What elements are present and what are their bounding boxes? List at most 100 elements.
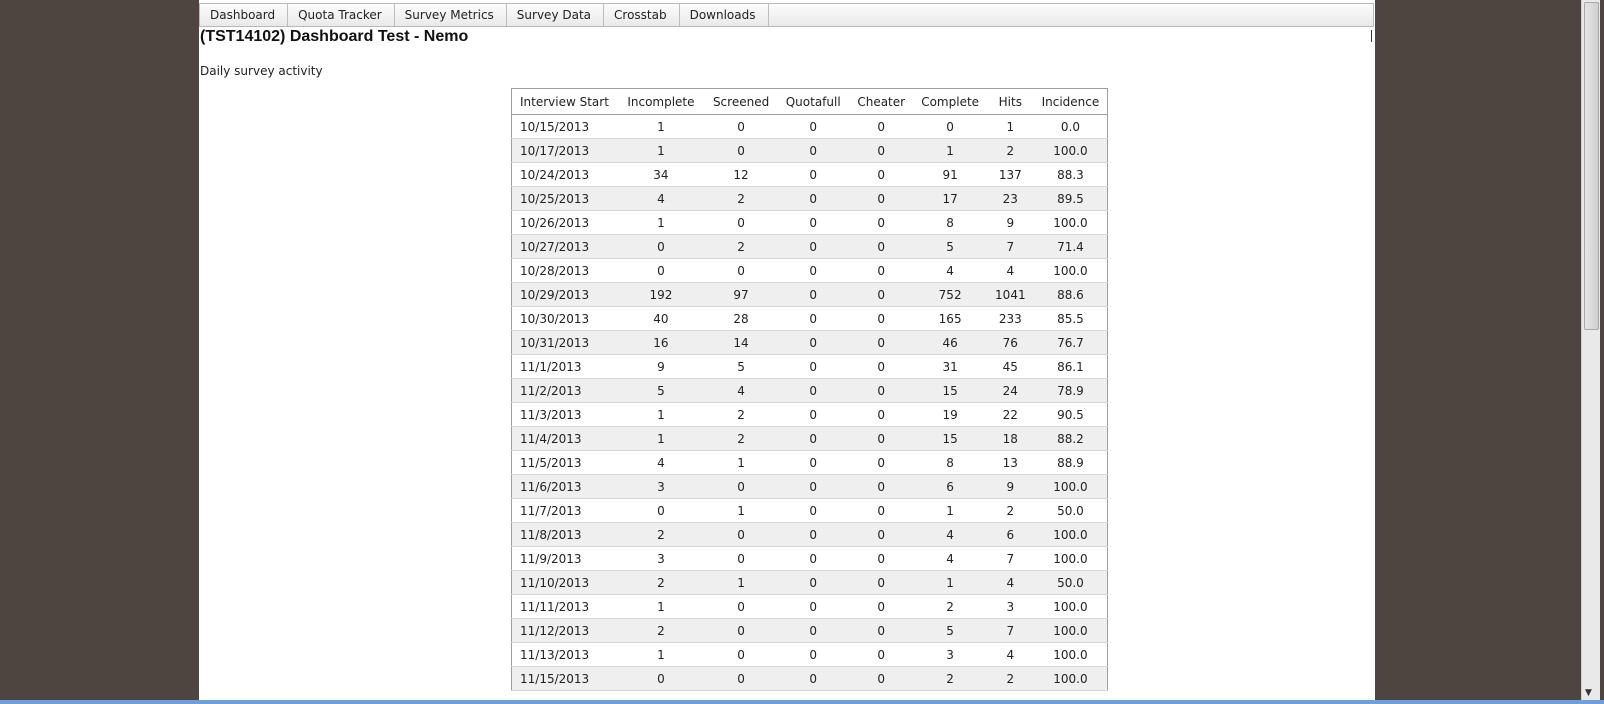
value-cell: 0 xyxy=(704,258,778,283)
table-row: 10/24/2013 34 12 0 0 91 137 88.3 xyxy=(511,162,1108,187)
value-cell: 3 xyxy=(616,546,705,571)
value-cell: 91 xyxy=(913,162,988,187)
value-cell: 0 xyxy=(777,426,850,451)
column-header[interactable]: Screened xyxy=(704,88,778,115)
value-cell: 2 xyxy=(704,234,778,259)
date-cell: 10/29/2013 xyxy=(511,282,617,307)
value-cell: 0 xyxy=(777,402,850,427)
value-cell: 0 xyxy=(849,186,914,211)
value-cell: 2 xyxy=(704,426,778,451)
table-body: 10/15/2013 1 0 0 0 0 1 0.0 10/17/2013 1 0 0 0 1 2 100.0… xyxy=(511,114,1108,691)
date-cell: 11/7/2013 xyxy=(511,498,617,523)
column-header[interactable]: Complete xyxy=(913,88,988,115)
value-cell: 0 xyxy=(704,474,778,499)
value-cell: 8 xyxy=(913,450,988,475)
table-row: 11/8/2013 2 0 0 0 4 6 100.0 xyxy=(511,522,1108,547)
value-cell: 100.0 xyxy=(1033,210,1108,235)
table-row: 10/28/2013 0 0 0 0 4 4 100.0 xyxy=(511,258,1108,283)
value-cell: 46 xyxy=(913,330,988,355)
value-cell: 100.0 xyxy=(1033,546,1108,571)
value-cell: 0 xyxy=(777,210,850,235)
page-subtitle: Daily survey activity xyxy=(200,64,323,78)
value-cell: 100.0 xyxy=(1033,618,1108,643)
value-cell: 0 xyxy=(616,234,705,259)
table-row: 11/5/2013 4 1 0 0 8 13 88.9 xyxy=(511,450,1108,475)
value-cell: 0 xyxy=(777,234,850,259)
value-cell: 0 xyxy=(777,282,850,307)
date-cell: 11/1/2013 xyxy=(511,354,617,379)
table-row: 11/10/2013 2 1 0 0 1 4 50.0 xyxy=(511,570,1108,595)
value-cell: 752 xyxy=(913,282,988,307)
date-cell: 10/25/2013 xyxy=(511,186,617,211)
value-cell: 4 xyxy=(913,522,988,547)
column-header[interactable]: Hits xyxy=(987,88,1034,115)
value-cell: 100.0 xyxy=(1033,474,1108,499)
value-cell: 2 xyxy=(913,594,988,619)
value-cell: 4 xyxy=(913,546,988,571)
value-cell: 233 xyxy=(987,306,1034,331)
value-cell: 100.0 xyxy=(1033,138,1108,163)
value-cell: 2 xyxy=(616,618,705,643)
value-cell: 1 xyxy=(616,114,705,139)
table-row: 11/7/2013 0 1 0 0 1 2 50.0 xyxy=(511,498,1108,523)
value-cell: 90.5 xyxy=(1033,402,1108,427)
value-cell: 3 xyxy=(913,642,988,667)
value-cell: 0 xyxy=(777,642,850,667)
date-cell: 10/28/2013 xyxy=(511,258,617,283)
value-cell: 0 xyxy=(849,522,914,547)
nav-tab-survey-data[interactable]: Survey Data xyxy=(507,4,605,26)
value-cell: 50.0 xyxy=(1033,498,1108,523)
value-cell: 0 xyxy=(849,378,914,403)
date-cell: 11/10/2013 xyxy=(511,570,617,595)
value-cell: 0 xyxy=(616,666,705,691)
value-cell: 88.9 xyxy=(1033,450,1108,475)
column-header[interactable]: Cheater xyxy=(849,88,914,115)
value-cell: 45 xyxy=(987,354,1034,379)
table-row: 10/17/2013 1 0 0 0 1 2 100.0 xyxy=(511,138,1108,163)
date-cell: 11/15/2013 xyxy=(511,666,617,691)
value-cell: 0 xyxy=(777,354,850,379)
date-cell: 11/5/2013 xyxy=(511,450,617,475)
value-cell: 100.0 xyxy=(1033,642,1108,667)
column-header[interactable]: Interview Start xyxy=(511,88,617,115)
value-cell: 2 xyxy=(616,570,705,595)
scroll-down-arrow-icon[interactable]: ▼ xyxy=(1585,688,1592,698)
value-cell: 1041 xyxy=(987,282,1034,307)
value-cell: 1 xyxy=(704,570,778,595)
value-cell: 18 xyxy=(987,426,1034,451)
date-cell: 11/12/2013 xyxy=(511,618,617,643)
nav-tab-downloads[interactable]: Downloads xyxy=(680,4,769,26)
nav-tab-quota-tracker[interactable]: Quota Tracker xyxy=(288,4,395,26)
value-cell: 1 xyxy=(616,426,705,451)
value-cell: 100.0 xyxy=(1033,594,1108,619)
vertical-scrollbar[interactable]: ▼ xyxy=(1581,0,1600,700)
value-cell: 16 xyxy=(616,330,705,355)
value-cell: 4 xyxy=(987,258,1034,283)
value-cell: 0 xyxy=(849,330,914,355)
value-cell: 4 xyxy=(616,450,705,475)
value-cell: 89.5 xyxy=(1033,186,1108,211)
value-cell: 2 xyxy=(704,402,778,427)
value-cell: 0 xyxy=(777,162,850,187)
value-cell: 0.0 xyxy=(1033,114,1108,139)
value-cell: 4 xyxy=(987,570,1034,595)
value-cell: 1 xyxy=(616,402,705,427)
nav-tab-survey-metrics[interactable]: Survey Metrics xyxy=(395,4,507,26)
value-cell: 2 xyxy=(987,498,1034,523)
column-header[interactable]: Quotafull xyxy=(777,88,850,115)
value-cell: 0 xyxy=(777,546,850,571)
column-header[interactable]: Incidence xyxy=(1033,88,1108,115)
date-cell: 10/26/2013 xyxy=(511,210,617,235)
column-header[interactable]: Incomplete xyxy=(616,88,705,115)
text-cursor-mark xyxy=(1371,30,1372,42)
date-cell: 11/8/2013 xyxy=(511,522,617,547)
value-cell: 15 xyxy=(913,378,988,403)
scrollbar-thumb[interactable] xyxy=(1584,2,1599,330)
value-cell: 165 xyxy=(913,306,988,331)
nav-tab-dashboard[interactable]: Dashboard xyxy=(200,4,289,26)
value-cell: 137 xyxy=(987,162,1034,187)
nav-tab-crosstab[interactable]: Crosstab xyxy=(604,4,680,26)
value-cell: 14 xyxy=(704,330,778,355)
date-cell: 11/4/2013 xyxy=(511,426,617,451)
date-cell: 11/13/2013 xyxy=(511,642,617,667)
